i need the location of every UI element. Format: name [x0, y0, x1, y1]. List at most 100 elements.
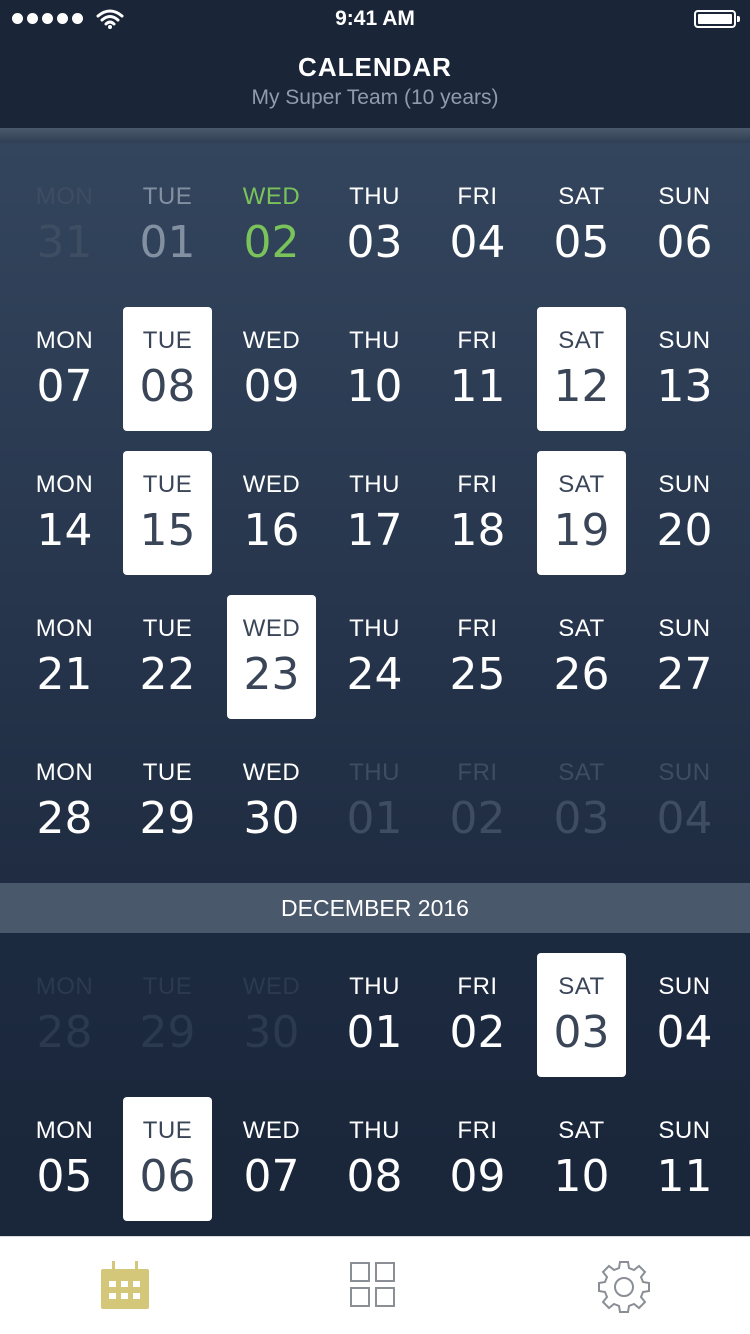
day-number: 30	[243, 1007, 300, 1058]
day-cell[interactable]: WED 23	[227, 595, 316, 719]
day-cell[interactable]: TUE 01	[123, 163, 212, 287]
day-cell[interactable]: WED 30	[227, 953, 316, 1077]
day-number: 04	[449, 217, 506, 268]
day-cell[interactable]: MON 21	[20, 595, 109, 719]
day-cell[interactable]: SAT 12	[537, 307, 626, 431]
day-cell[interactable]: THU 24	[330, 595, 419, 719]
day-cell[interactable]: SAT 19	[537, 451, 626, 575]
month-grid-next: MON 28 TUE 29 WED 30 THU 01 FRI 02 SAT 03 SUN 04 MON 05…	[0, 933, 750, 1236]
day-cell[interactable]: SAT 03	[537, 739, 626, 863]
day-cell[interactable]: SUN 20	[640, 451, 729, 575]
tab-bar	[0, 1236, 750, 1334]
day-name: WED	[242, 973, 301, 1000]
day-name: THU	[349, 183, 400, 210]
day-cell[interactable]: SUN 06	[640, 163, 729, 287]
day-number: 29	[139, 1007, 196, 1058]
day-number: 20	[656, 505, 713, 556]
header-divider	[0, 128, 750, 143]
day-cell[interactable]: THU 17	[330, 451, 419, 575]
day-name: THU	[349, 327, 400, 354]
day-cell[interactable]: FRI 02	[433, 739, 522, 863]
day-cell[interactable]: SUN 27	[640, 595, 729, 719]
day-cell[interactable]: TUE 29	[123, 739, 212, 863]
day-cell[interactable]: SUN 04	[640, 739, 729, 863]
day-cell[interactable]: TUE 15	[123, 451, 212, 575]
day-number: 03	[553, 1007, 610, 1058]
day-cell[interactable]: WED 07	[227, 1097, 316, 1221]
day-cell[interactable]: SUN 13	[640, 307, 729, 431]
day-name: TUE	[142, 615, 193, 642]
day-name: TUE	[142, 973, 193, 1000]
page-title: CALENDAR	[298, 52, 452, 82]
day-cell[interactable]: MON 05	[20, 1097, 109, 1221]
day-number: 07	[36, 361, 93, 412]
day-name: MON	[35, 615, 94, 642]
day-cell[interactable]: TUE 29	[123, 953, 212, 1077]
day-number: 21	[36, 649, 93, 700]
day-name: SUN	[658, 973, 711, 1000]
day-number: 13	[656, 361, 713, 412]
day-number: 19	[553, 505, 610, 556]
day-number: 18	[449, 505, 506, 556]
day-cell[interactable]: MON 28	[20, 739, 109, 863]
day-cell[interactable]: SAT 03	[537, 953, 626, 1077]
day-name: WED	[242, 759, 301, 786]
day-number: 06	[656, 217, 713, 268]
day-name: THU	[349, 1117, 400, 1144]
day-name: SAT	[558, 327, 605, 354]
day-cell[interactable]: SAT 26	[537, 595, 626, 719]
day-cell[interactable]: TUE 22	[123, 595, 212, 719]
day-cell[interactable]: MON 28	[20, 953, 109, 1077]
day-cell[interactable]: SUN 04	[640, 953, 729, 1077]
day-name: WED	[242, 1117, 301, 1144]
day-cell[interactable]: FRI 02	[433, 953, 522, 1077]
day-cell[interactable]: FRI 11	[433, 307, 522, 431]
day-number: 02	[449, 1007, 506, 1058]
day-cell[interactable]: THU 01	[330, 739, 419, 863]
day-cell[interactable]: THU 08	[330, 1097, 419, 1221]
day-number: 01	[346, 793, 403, 844]
day-cell[interactable]: WED 02	[227, 163, 316, 287]
day-cell[interactable]: SUN 11	[640, 1097, 729, 1221]
day-cell[interactable]: THU 10	[330, 307, 419, 431]
day-number: 08	[139, 361, 196, 412]
day-number: 12	[553, 361, 610, 412]
day-cell[interactable]: FRI 04	[433, 163, 522, 287]
day-name: FRI	[457, 615, 498, 642]
day-name: SUN	[658, 183, 711, 210]
day-name: SAT	[558, 973, 605, 1000]
day-number: 22	[139, 649, 196, 700]
day-cell[interactable]: MON 07	[20, 307, 109, 431]
day-number: 09	[243, 361, 300, 412]
day-name: SAT	[558, 759, 605, 786]
day-cell[interactable]: MON 31	[20, 163, 109, 287]
day-cell[interactable]: SAT 10	[537, 1097, 626, 1221]
day-cell[interactable]: WED 09	[227, 307, 316, 431]
day-cell[interactable]: TUE 08	[123, 307, 212, 431]
day-number: 17	[346, 505, 403, 556]
day-cell[interactable]: FRI 09	[433, 1097, 522, 1221]
day-name: WED	[242, 615, 301, 642]
day-number: 06	[139, 1151, 196, 1202]
day-name: FRI	[457, 759, 498, 786]
day-cell[interactable]: THU 03	[330, 163, 419, 287]
day-number: 02	[243, 217, 300, 268]
tab-settings[interactable]	[595, 1259, 655, 1315]
day-number: 23	[243, 649, 300, 700]
day-cell[interactable]: SAT 05	[537, 163, 626, 287]
day-number: 15	[139, 505, 196, 556]
day-cell[interactable]: WED 16	[227, 451, 316, 575]
day-name: SAT	[558, 1117, 605, 1144]
day-cell[interactable]: THU 01	[330, 953, 419, 1077]
day-cell[interactable]: WED 30	[227, 739, 316, 863]
day-name: MON	[35, 183, 94, 210]
day-cell[interactable]: TUE 06	[123, 1097, 212, 1221]
day-cell[interactable]: FRI 25	[433, 595, 522, 719]
day-name: MON	[35, 327, 94, 354]
day-cell[interactable]: MON 14	[20, 451, 109, 575]
day-name: FRI	[457, 183, 498, 210]
tab-dashboard[interactable]	[345, 1259, 405, 1315]
tab-calendar[interactable]	[95, 1259, 155, 1315]
day-number: 03	[346, 217, 403, 268]
day-cell[interactable]: FRI 18	[433, 451, 522, 575]
